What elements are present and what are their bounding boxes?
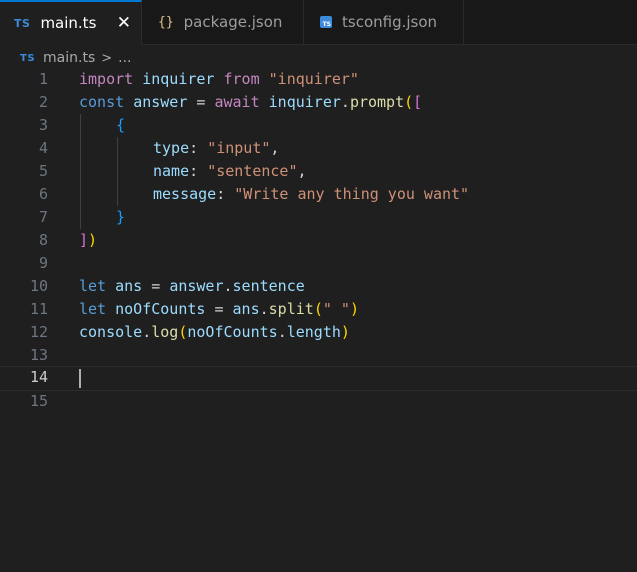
code-line: 1 import inquirer from "inquirer" bbox=[0, 68, 637, 91]
tab-package-json[interactable]: {} package.json bbox=[142, 0, 304, 44]
code-editor[interactable]: 1 import inquirer from "inquirer" 2 cons… bbox=[0, 68, 637, 572]
line-number: 3 bbox=[38, 116, 48, 134]
code-line: 6 message: "Write any thing you want" bbox=[0, 183, 637, 206]
code-line: 9 bbox=[0, 252, 637, 275]
line-number: 9 bbox=[38, 254, 48, 272]
line-number: 13 bbox=[29, 346, 48, 364]
line-number: 4 bbox=[38, 139, 48, 157]
line-code: } bbox=[116, 208, 126, 226]
breadcrumb: TS main.ts > ... bbox=[0, 46, 637, 70]
line-number: 15 bbox=[29, 392, 48, 410]
json-icon: {} bbox=[158, 14, 174, 30]
line-code: ]) bbox=[79, 231, 98, 249]
chevron-right-icon: > bbox=[101, 50, 113, 66]
code-line: 2 const answer = await inquirer.prompt([ bbox=[0, 91, 637, 114]
line-code: console.log(noOfCounts.length) bbox=[79, 323, 350, 341]
breadcrumb-file[interactable]: main.ts bbox=[43, 50, 95, 66]
line-number: 6 bbox=[38, 185, 48, 203]
line-code: let ans = answer.sentence bbox=[79, 277, 305, 295]
line-number: 7 bbox=[38, 208, 48, 226]
line-code: { bbox=[116, 116, 126, 134]
typescript-config-icon: TS bbox=[320, 16, 332, 28]
typescript-icon: TS bbox=[20, 52, 36, 64]
line-code: import inquirer from "inquirer" bbox=[79, 70, 359, 88]
line-code: const answer = await inquirer.prompt([ bbox=[79, 93, 423, 111]
tab-label: tsconfig.json bbox=[342, 13, 438, 31]
code-line: 13 bbox=[0, 344, 637, 367]
close-icon[interactable]: ✕ bbox=[117, 13, 131, 33]
line-number: 1 bbox=[38, 70, 48, 88]
line-number: 8 bbox=[38, 231, 48, 249]
code-line: 11 let noOfCounts = ans.split(" ") bbox=[0, 298, 637, 321]
line-number: 12 bbox=[29, 323, 48, 341]
line-number: 14 bbox=[29, 368, 48, 386]
code-line: 4 type: "input", bbox=[0, 137, 637, 160]
code-line: 7 } bbox=[0, 206, 637, 229]
editor-tab-bar: TS main.ts ✕ {} package.json TS tsconfig… bbox=[0, 0, 637, 45]
code-line: 15 bbox=[0, 390, 637, 413]
breadcrumb-more[interactable]: ... bbox=[118, 50, 131, 66]
tab-tsconfig-json[interactable]: TS tsconfig.json bbox=[304, 0, 464, 44]
text-cursor bbox=[79, 369, 81, 388]
code-line: 5 name: "sentence", bbox=[0, 160, 637, 183]
current-line: 14 bbox=[0, 366, 637, 391]
tab-label: main.ts bbox=[40, 14, 97, 32]
code-line: 8 ]) bbox=[0, 229, 637, 252]
line-number: 5 bbox=[38, 162, 48, 180]
line-code: message: "Write any thing you want" bbox=[153, 185, 470, 203]
line-code: name: "sentence", bbox=[153, 162, 307, 180]
line-number: 10 bbox=[29, 277, 48, 295]
code-line: 10 let ans = answer.sentence bbox=[0, 275, 637, 298]
tab-main-ts[interactable]: TS main.ts ✕ bbox=[0, 0, 142, 45]
code-line: 3 { bbox=[0, 114, 637, 137]
line-number: 2 bbox=[38, 93, 48, 111]
code-line: 12 console.log(noOfCounts.length) bbox=[0, 321, 637, 344]
line-number: 11 bbox=[29, 300, 48, 318]
tab-label: package.json bbox=[183, 13, 283, 31]
typescript-icon: TS bbox=[14, 16, 31, 30]
line-code: let noOfCounts = ans.split(" ") bbox=[79, 300, 359, 318]
line-code: type: "input", bbox=[153, 139, 280, 157]
